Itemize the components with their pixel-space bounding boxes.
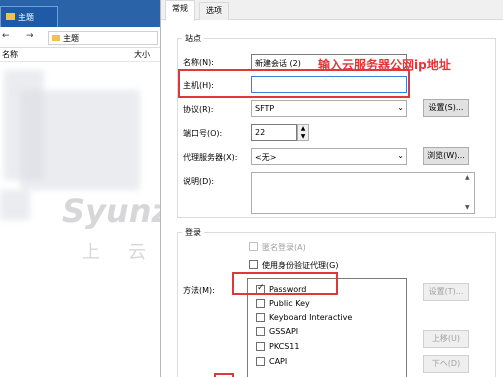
protocol-select[interactable]: SFTP ⌄ xyxy=(251,100,407,117)
port-input[interactable]: 22 xyxy=(251,124,297,141)
proxy-label: 代理服务器(X): xyxy=(183,153,238,162)
tab-strip: 常规 选项 xyxy=(161,0,503,21)
tab-options[interactable]: 选项 xyxy=(199,2,229,20)
auth-method-checkbox[interactable] xyxy=(256,327,265,336)
auth-method-item[interactable]: GSSAPI xyxy=(256,326,396,338)
scroll-down-icon[interactable]: ▼ xyxy=(465,204,473,212)
site-group-legend: 站点 xyxy=(182,33,204,44)
back-arrow-icon[interactable]: ← xyxy=(2,31,12,43)
proxy-select[interactable]: <无> ⌄ xyxy=(251,148,407,165)
forward-arrow-icon[interactable]: → xyxy=(26,31,36,43)
auth-method-label: GSSAPI xyxy=(269,327,299,336)
auth-method-item[interactable]: PKCS11 xyxy=(256,341,396,353)
proxy-value: <无> xyxy=(255,153,277,162)
auth-agent-checkbox[interactable] xyxy=(249,260,258,269)
auth-method-item[interactable]: Keyboard Interactive xyxy=(256,312,396,324)
move-up-button[interactable]: 上移(U) xyxy=(423,330,469,348)
description-input[interactable]: ▲ ▼ xyxy=(251,172,475,214)
auth-method-label: Keyboard Interactive xyxy=(269,313,353,322)
protocol-label: 协议(R): xyxy=(183,105,214,114)
spin-down-icon[interactable]: ▼ xyxy=(298,133,308,140)
address-input[interactable]: 主题 xyxy=(48,31,158,45)
spin-up-icon[interactable]: ▲ xyxy=(298,125,308,132)
port-spinner[interactable]: ▲ ▼ xyxy=(297,124,309,141)
auth-method-label: Public Key xyxy=(269,299,310,308)
protocol-value: SFTP xyxy=(255,104,275,113)
explorer-tab-label: 主题 xyxy=(18,13,34,22)
explorer-titlebar: 主题 xyxy=(0,0,165,27)
explorer-address-bar: ← → 主题 xyxy=(0,27,165,48)
chevron-down-icon: ⌄ xyxy=(397,103,404,112)
login-group-legend: 登录 xyxy=(182,227,204,238)
anonymous-login-checkbox[interactable] xyxy=(249,242,258,251)
folder-icon xyxy=(52,35,60,41)
column-size-header[interactable]: 大小 xyxy=(134,49,150,60)
auth-method-checkbox[interactable] xyxy=(256,299,265,308)
chevron-down-icon: ⌄ xyxy=(397,151,404,160)
anonymous-login-label: 匿名登录(A) xyxy=(262,243,306,252)
auth-method-checkbox[interactable] xyxy=(256,313,265,322)
auth-method-label: PKCS11 xyxy=(269,342,300,351)
bottom-highlight-box xyxy=(214,373,234,377)
auth-method-item[interactable]: CAPI xyxy=(256,356,396,368)
description-label: 说明(D): xyxy=(183,177,215,186)
explorer-tab[interactable]: 主题 xyxy=(0,6,58,27)
name-label: 名称(N): xyxy=(183,58,214,67)
protocol-settings-button[interactable]: 设置(S)... xyxy=(423,99,469,117)
host-highlight-box xyxy=(178,69,410,98)
move-down-button[interactable]: 下ヘ(D) xyxy=(423,355,469,373)
column-name-header[interactable]: 名称 xyxy=(2,49,18,60)
auth-agent-label: 使用身份验证代理(G) xyxy=(262,261,339,270)
blurred-file-list xyxy=(0,190,30,220)
folder-icon xyxy=(6,13,15,20)
tab-general[interactable]: 常规 xyxy=(165,0,195,21)
scroll-up-icon[interactable]: ▲ xyxy=(465,174,473,182)
file-explorer-window: 主题 ← → 主题 名称 大小 xyxy=(0,0,165,377)
auth-method-checkbox[interactable] xyxy=(256,357,265,366)
auth-method-label: CAPI xyxy=(269,357,288,366)
proxy-browse-button[interactable]: 浏览(W)... xyxy=(423,147,469,165)
blurred-file-list xyxy=(20,90,140,190)
port-label: 端口号(O): xyxy=(183,129,223,138)
explorer-column-header: 名称 大小 xyxy=(0,48,165,62)
auth-method-checkbox[interactable] xyxy=(256,342,265,351)
password-highlight-box xyxy=(232,272,338,295)
address-text: 主题 xyxy=(63,34,79,43)
method-label: 方法(M): xyxy=(183,286,215,295)
auth-method-item[interactable]: Public Key xyxy=(256,298,396,310)
method-settings-button[interactable]: 设置(T)... xyxy=(423,283,469,301)
screenshot-root: 主题 ← → 主题 名称 大小 Syunz.com 上云教程 常规 选项 站点 xyxy=(0,0,503,377)
